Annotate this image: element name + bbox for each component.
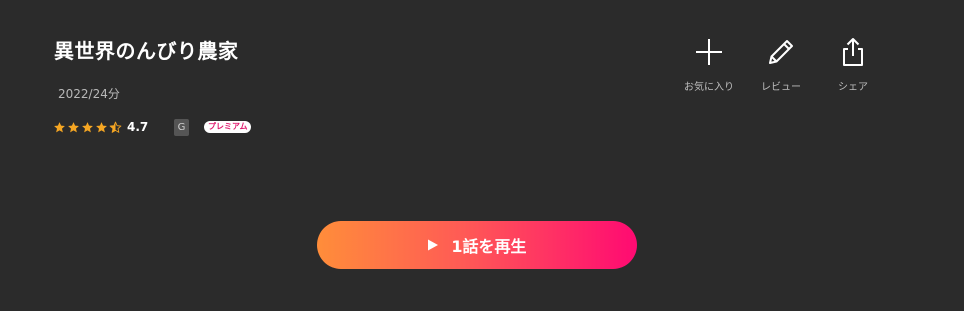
premium-badge: プレミアム [204,121,252,133]
rating-value: 4.7 [127,120,149,134]
play-button-label: 1話を再生 [451,237,527,256]
star-rating [53,121,123,134]
star-icon [82,121,93,132]
star-icon [68,121,79,132]
pencil-icon [769,40,793,64]
age-rating-badge: G [174,119,189,136]
star-icon [96,121,107,132]
play-episode-button[interactable]: 1話を再生 [317,221,637,269]
share-label: シェア [838,82,868,93]
plus-icon [696,39,722,65]
review-button[interactable]: レビュー [749,36,813,93]
rating: 4.7 [53,118,148,136]
year-duration: 2022/24分 [58,87,120,101]
share-icon [843,38,863,66]
half-star-icon [109,121,122,133]
favorite-label: お気に入り [684,82,734,93]
share-button[interactable]: シェア [821,36,885,93]
play-icon [428,239,439,251]
review-label: レビュー [761,82,801,93]
series-title: 異世界のんびり農家 [54,39,239,63]
favorite-button[interactable]: お気に入り [677,36,741,93]
star-icon [54,121,65,132]
